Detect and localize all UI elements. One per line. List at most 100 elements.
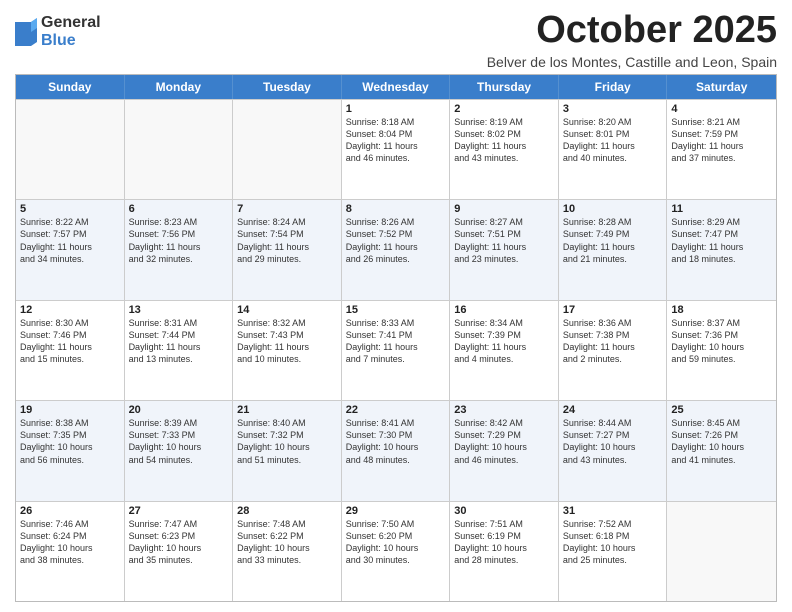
day-cell-25: 25Sunrise: 8:45 AM Sunset: 7:26 PM Dayli… (667, 401, 776, 500)
week-row-2: 12Sunrise: 8:30 AM Sunset: 7:46 PM Dayli… (16, 300, 776, 400)
cell-info: Sunrise: 8:39 AM Sunset: 7:33 PM Dayligh… (129, 417, 229, 466)
header-day-tuesday: Tuesday (233, 75, 342, 99)
day-number: 16 (454, 304, 554, 316)
cell-info: Sunrise: 7:48 AM Sunset: 6:22 PM Dayligh… (237, 518, 337, 567)
week-row-3: 19Sunrise: 8:38 AM Sunset: 7:35 PM Dayli… (16, 400, 776, 500)
calendar-body: 1Sunrise: 8:18 AM Sunset: 8:04 PM Daylig… (16, 99, 776, 601)
day-cell-14: 14Sunrise: 8:32 AM Sunset: 7:43 PM Dayli… (233, 301, 342, 400)
header-day-thursday: Thursday (450, 75, 559, 99)
cell-info: Sunrise: 7:46 AM Sunset: 6:24 PM Dayligh… (20, 518, 120, 567)
day-cell-19: 19Sunrise: 8:38 AM Sunset: 7:35 PM Dayli… (16, 401, 125, 500)
logo-blue: Blue (41, 32, 101, 50)
day-number: 30 (454, 505, 554, 517)
day-number: 25 (671, 404, 772, 416)
cell-info: Sunrise: 8:41 AM Sunset: 7:30 PM Dayligh… (346, 417, 446, 466)
cell-info: Sunrise: 8:22 AM Sunset: 7:57 PM Dayligh… (20, 216, 120, 265)
day-cell-5: 5Sunrise: 8:22 AM Sunset: 7:57 PM Daylig… (16, 200, 125, 299)
cell-info: Sunrise: 8:28 AM Sunset: 7:49 PM Dayligh… (563, 216, 663, 265)
cell-info: Sunrise: 7:47 AM Sunset: 6:23 PM Dayligh… (129, 518, 229, 567)
cell-info: Sunrise: 8:18 AM Sunset: 8:04 PM Dayligh… (346, 116, 446, 165)
day-number: 14 (237, 304, 337, 316)
day-number: 5 (20, 203, 120, 215)
header-day-saturday: Saturday (667, 75, 776, 99)
day-number: 21 (237, 404, 337, 416)
day-number: 24 (563, 404, 663, 416)
day-cell-15: 15Sunrise: 8:33 AM Sunset: 7:41 PM Dayli… (342, 301, 451, 400)
cell-info: Sunrise: 8:29 AM Sunset: 7:47 PM Dayligh… (671, 216, 772, 265)
calendar-header: SundayMondayTuesdayWednesdayThursdayFrid… (16, 75, 776, 99)
day-number: 19 (20, 404, 120, 416)
day-cell-31: 31Sunrise: 7:52 AM Sunset: 6:18 PM Dayli… (559, 502, 668, 601)
day-cell-16: 16Sunrise: 8:34 AM Sunset: 7:39 PM Dayli… (450, 301, 559, 400)
day-cell-17: 17Sunrise: 8:36 AM Sunset: 7:38 PM Dayli… (559, 301, 668, 400)
empty-cell (667, 502, 776, 601)
day-number: 22 (346, 404, 446, 416)
cell-info: Sunrise: 8:32 AM Sunset: 7:43 PM Dayligh… (237, 317, 337, 366)
day-number: 12 (20, 304, 120, 316)
day-cell-11: 11Sunrise: 8:29 AM Sunset: 7:47 PM Dayli… (667, 200, 776, 299)
empty-cell (16, 100, 125, 199)
cell-info: Sunrise: 8:19 AM Sunset: 8:02 PM Dayligh… (454, 116, 554, 165)
day-number: 20 (129, 404, 229, 416)
day-number: 2 (454, 103, 554, 115)
day-number: 23 (454, 404, 554, 416)
logo-icon (15, 18, 37, 46)
cell-info: Sunrise: 8:23 AM Sunset: 7:56 PM Dayligh… (129, 216, 229, 265)
day-cell-22: 22Sunrise: 8:41 AM Sunset: 7:30 PM Dayli… (342, 401, 451, 500)
page: General Blue October 2025 Belver de los … (0, 0, 792, 612)
day-number: 17 (563, 304, 663, 316)
cell-info: Sunrise: 8:21 AM Sunset: 7:59 PM Dayligh… (671, 116, 772, 165)
cell-info: Sunrise: 8:33 AM Sunset: 7:41 PM Dayligh… (346, 317, 446, 366)
logo-general: General (41, 14, 101, 32)
header-day-sunday: Sunday (16, 75, 125, 99)
header-day-monday: Monday (125, 75, 234, 99)
cell-info: Sunrise: 7:50 AM Sunset: 6:20 PM Dayligh… (346, 518, 446, 567)
day-number: 9 (454, 203, 554, 215)
day-number: 10 (563, 203, 663, 215)
day-number: 6 (129, 203, 229, 215)
cell-info: Sunrise: 8:20 AM Sunset: 8:01 PM Dayligh… (563, 116, 663, 165)
logo: General Blue (15, 14, 101, 49)
cell-info: Sunrise: 8:31 AM Sunset: 7:44 PM Dayligh… (129, 317, 229, 366)
header-day-friday: Friday (559, 75, 668, 99)
empty-cell (125, 100, 234, 199)
week-row-4: 26Sunrise: 7:46 AM Sunset: 6:24 PM Dayli… (16, 501, 776, 601)
header-day-wednesday: Wednesday (342, 75, 451, 99)
day-number: 18 (671, 304, 772, 316)
day-cell-28: 28Sunrise: 7:48 AM Sunset: 6:22 PM Dayli… (233, 502, 342, 601)
cell-info: Sunrise: 8:30 AM Sunset: 7:46 PM Dayligh… (20, 317, 120, 366)
day-number: 3 (563, 103, 663, 115)
day-number: 15 (346, 304, 446, 316)
day-cell-10: 10Sunrise: 8:28 AM Sunset: 7:49 PM Dayli… (559, 200, 668, 299)
day-cell-13: 13Sunrise: 8:31 AM Sunset: 7:44 PM Dayli… (125, 301, 234, 400)
day-cell-24: 24Sunrise: 8:44 AM Sunset: 7:27 PM Dayli… (559, 401, 668, 500)
cell-info: Sunrise: 8:27 AM Sunset: 7:51 PM Dayligh… (454, 216, 554, 265)
day-number: 27 (129, 505, 229, 517)
day-number: 7 (237, 203, 337, 215)
title-block: October 2025 Belver de los Montes, Casti… (487, 10, 777, 70)
week-row-1: 5Sunrise: 8:22 AM Sunset: 7:57 PM Daylig… (16, 199, 776, 299)
month-title: October 2025 (487, 10, 777, 52)
day-cell-30: 30Sunrise: 7:51 AM Sunset: 6:19 PM Dayli… (450, 502, 559, 601)
cell-info: Sunrise: 8:44 AM Sunset: 7:27 PM Dayligh… (563, 417, 663, 466)
day-cell-9: 9Sunrise: 8:27 AM Sunset: 7:51 PM Daylig… (450, 200, 559, 299)
cell-info: Sunrise: 8:38 AM Sunset: 7:35 PM Dayligh… (20, 417, 120, 466)
day-cell-6: 6Sunrise: 8:23 AM Sunset: 7:56 PM Daylig… (125, 200, 234, 299)
day-cell-7: 7Sunrise: 8:24 AM Sunset: 7:54 PM Daylig… (233, 200, 342, 299)
day-number: 26 (20, 505, 120, 517)
day-number: 13 (129, 304, 229, 316)
day-number: 4 (671, 103, 772, 115)
cell-info: Sunrise: 8:24 AM Sunset: 7:54 PM Dayligh… (237, 216, 337, 265)
day-cell-3: 3Sunrise: 8:20 AM Sunset: 8:01 PM Daylig… (559, 100, 668, 199)
cell-info: Sunrise: 7:52 AM Sunset: 6:18 PM Dayligh… (563, 518, 663, 567)
cell-info: Sunrise: 8:40 AM Sunset: 7:32 PM Dayligh… (237, 417, 337, 466)
day-cell-2: 2Sunrise: 8:19 AM Sunset: 8:02 PM Daylig… (450, 100, 559, 199)
logo-text: General Blue (41, 14, 101, 49)
day-cell-26: 26Sunrise: 7:46 AM Sunset: 6:24 PM Dayli… (16, 502, 125, 601)
day-cell-27: 27Sunrise: 7:47 AM Sunset: 6:23 PM Dayli… (125, 502, 234, 601)
day-cell-23: 23Sunrise: 8:42 AM Sunset: 7:29 PM Dayli… (450, 401, 559, 500)
day-cell-21: 21Sunrise: 8:40 AM Sunset: 7:32 PM Dayli… (233, 401, 342, 500)
day-number: 11 (671, 203, 772, 215)
cell-info: Sunrise: 8:45 AM Sunset: 7:26 PM Dayligh… (671, 417, 772, 466)
cell-info: Sunrise: 8:37 AM Sunset: 7:36 PM Dayligh… (671, 317, 772, 366)
